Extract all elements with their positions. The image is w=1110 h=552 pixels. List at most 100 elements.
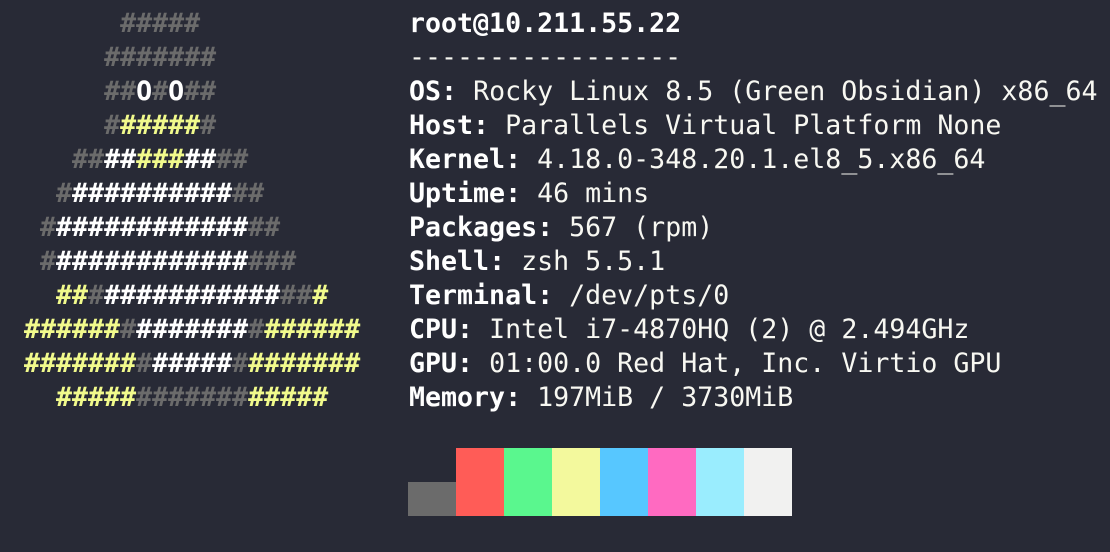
logo-line: ########### [24, 143, 360, 177]
logo-segment: O [168, 76, 185, 107]
info-row-packages: Packages: 567 (rpm) [409, 211, 1097, 245]
logo-line: ##O#O## [24, 75, 360, 109]
info-row-memory: Memory: 197MiB / 3730MiB [409, 381, 1097, 415]
logo-segment: # [200, 110, 217, 141]
info-row-shell: Shell: zsh 5.5.1 [409, 245, 1097, 279]
logo-line: ##################### [24, 347, 360, 381]
logo-segment: # [88, 280, 105, 311]
user-host-title: root@10.211.55.22 [409, 8, 682, 39]
logo-segment: ## [184, 144, 217, 175]
info-row-terminal: Terminal: /dev/pts/0 [409, 279, 1097, 313]
info-key: Uptime [409, 178, 506, 209]
logo-segment [24, 144, 72, 175]
info-key: CPU [409, 314, 458, 345]
info-key: Terminal [409, 280, 538, 311]
info-separator: : [457, 348, 490, 379]
system-info: root@10.211.55.22 ----------------- OS: … [409, 7, 1097, 415]
logo-segment: ##### [248, 382, 329, 413]
logo-segment: ## [232, 178, 265, 209]
info-value: zsh 5.5.1 [521, 246, 666, 277]
logo-segment: ####### [104, 42, 217, 73]
logo-line: ####### [24, 41, 360, 75]
palette-swatch [456, 448, 504, 516]
logo-segment: ## [216, 144, 249, 175]
info-separator: : [441, 76, 474, 107]
info-key: GPU [409, 348, 458, 379]
logo-line: ############# [24, 177, 360, 211]
logo-segment: ## [248, 212, 281, 243]
logo-line: ####### [24, 109, 360, 143]
logo-segment: ########### [104, 280, 281, 311]
logo-segment: ###### [24, 314, 121, 345]
logo-line: ##### [24, 7, 360, 41]
logo-segment: ## [56, 280, 89, 311]
info-separator: : [457, 314, 490, 345]
info-separator: : [505, 382, 538, 413]
info-value: 46 mins [537, 178, 650, 209]
logo-segment: ############ [56, 212, 249, 243]
logo-segment: ##### [120, 8, 201, 39]
info-row-kernel: Kernel: 4.18.0-348.20.1.el8_5.x86_64 [409, 143, 1097, 177]
info-key: Kernel [409, 144, 506, 175]
info-value: Rocky Linux 8.5 (Green Obsidian) x86_64 [473, 76, 1098, 107]
logo-segment [24, 76, 104, 107]
info-row-os: OS: Rocky Linux 8.5 (Green Obsidian) x86… [409, 75, 1097, 109]
logo-segment: # [104, 110, 121, 141]
logo-segment: ####### [248, 348, 361, 379]
logo-segment: ##### [120, 110, 201, 141]
logo-segment: ## [280, 280, 313, 311]
logo-segment: O [136, 76, 153, 107]
info-separator: : [537, 280, 570, 311]
logo-segment: # [56, 178, 73, 209]
logo-line: ##################### [24, 313, 360, 347]
info-value: 197MiB / 3730MiB [537, 382, 794, 413]
logo-segment: ## [184, 76, 217, 107]
info-separator: : [505, 178, 538, 209]
logo-segment [24, 280, 56, 311]
info-value: /dev/pts/0 [569, 280, 730, 311]
info-key: Memory [409, 382, 506, 413]
palette-swatch [600, 448, 648, 516]
info-separator: : [505, 144, 538, 175]
palette-swatch [648, 448, 696, 516]
palette-swatch [408, 482, 456, 516]
logo-segment: ########## [72, 178, 233, 209]
logo-segment: # [248, 314, 265, 345]
info-key: OS [409, 76, 442, 107]
terminal-window: ##### ####### ##O#O## ####### ##########… [0, 0, 1110, 552]
logo-segment: # [152, 76, 169, 107]
logo-segment [24, 246, 40, 277]
info-key: Shell [409, 246, 490, 277]
logo-segment: ##### [56, 382, 137, 413]
color-palette [408, 448, 792, 516]
info-row-gpu: GPU: 01:00.0 Red Hat, Inc. Virtio GPU [409, 347, 1097, 381]
info-value: 4.18.0-348.20.1.el8_5.x86_64 [537, 144, 986, 175]
logo-segment: ##### [152, 348, 233, 379]
info-separator: : [537, 212, 570, 243]
logo-segment: ### [136, 144, 185, 175]
logo-segment [24, 8, 120, 39]
info-row-cpu: CPU: Intel i7-4870HQ (2) @ 2.494GHz [409, 313, 1097, 347]
info-separator: : [473, 110, 506, 141]
logo-segment: ## [104, 76, 137, 107]
info-row-uptime: Uptime: 46 mins [409, 177, 1097, 211]
info-value: 01:00.0 Red Hat, Inc. Virtio GPU [489, 348, 1002, 379]
logo-segment: ## [104, 144, 137, 175]
logo-segment: ## [72, 144, 105, 175]
logo-line: ################# [24, 279, 360, 313]
logo-segment: # [120, 314, 137, 345]
info-value: Intel i7-4870HQ (2) @ 2.494GHz [489, 314, 970, 345]
logo-segment: # [136, 348, 153, 379]
logo-segment: # [40, 212, 57, 243]
logo-line: ################ [24, 245, 360, 279]
logo-segment [24, 42, 104, 73]
logo-segment [24, 178, 56, 209]
info-key: Packages [409, 212, 538, 243]
info-value: 567 (rpm) [569, 212, 714, 243]
logo-segment: ####### [136, 382, 249, 413]
logo-line: ################# [24, 381, 360, 415]
info-separator: : [489, 246, 522, 277]
logo-segment [24, 212, 40, 243]
info-row-host: Host: Parallels Virtual Platform None [409, 109, 1097, 143]
palette-swatch [552, 448, 600, 516]
